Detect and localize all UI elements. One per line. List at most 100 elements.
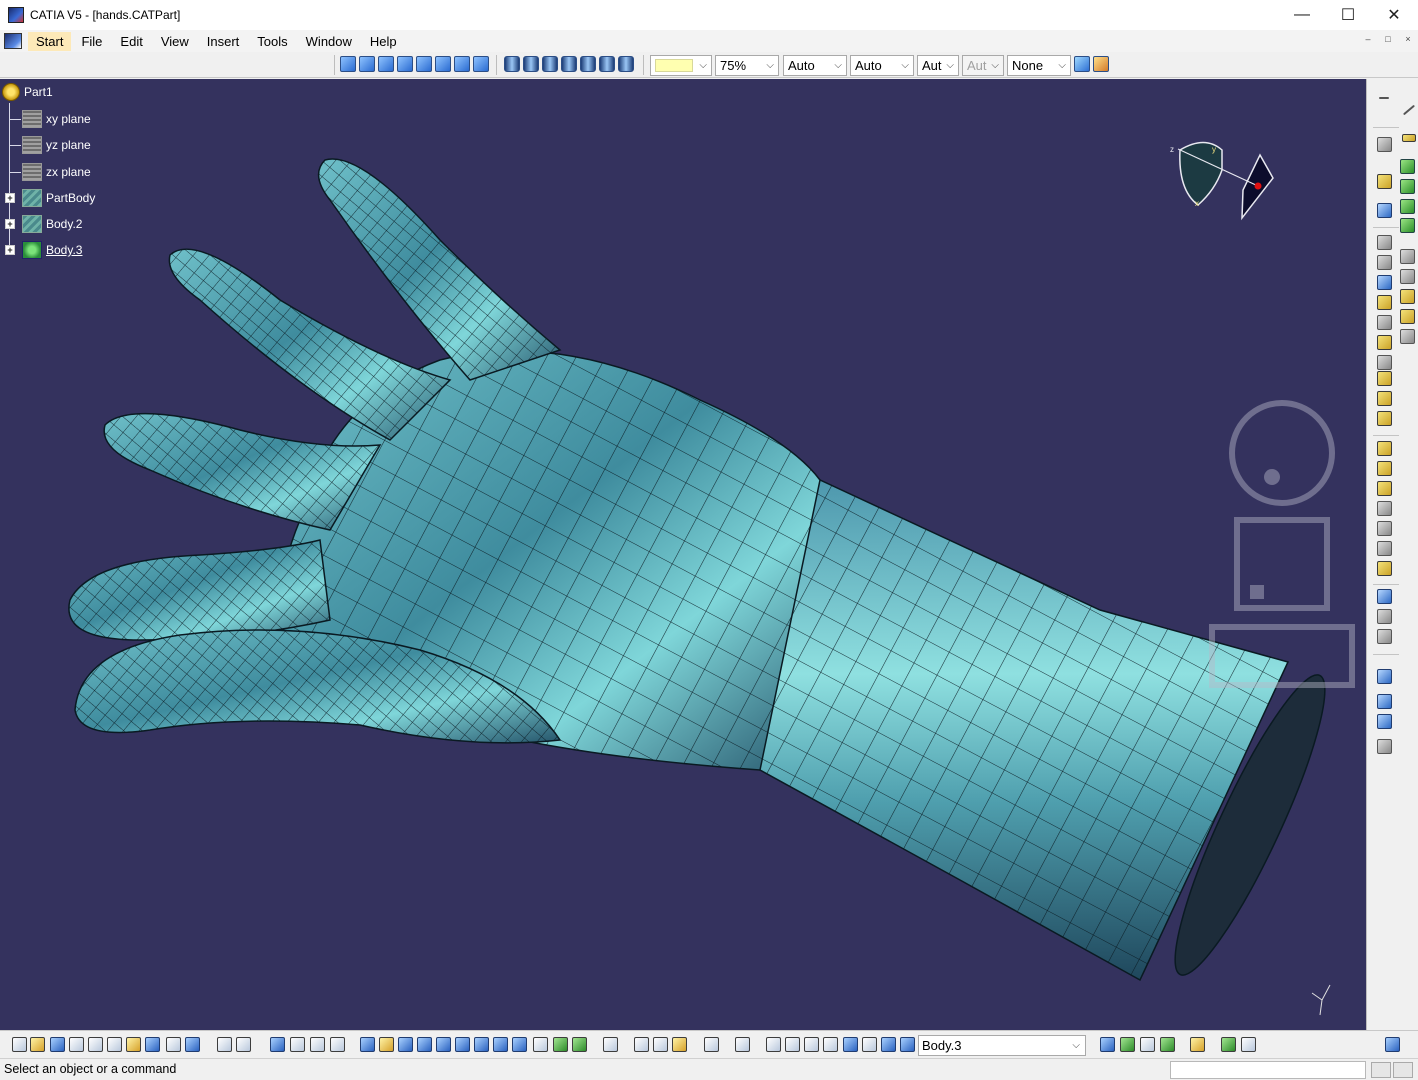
point-symbol-combo[interactable]: Aut ⌵ (917, 55, 959, 76)
menu-start[interactable]: Start (28, 31, 72, 51)
fly-mode-icon[interactable] (360, 1037, 375, 1052)
fillet-icon[interactable] (1377, 441, 1392, 456)
ring-finger-surface[interactable] (103, 412, 382, 531)
mirror-icon[interactable] (1377, 694, 1392, 709)
rotate-view-icon[interactable] (1229, 400, 1335, 506)
catia-app-icon[interactable] (8, 7, 24, 23)
hide-show-icon[interactable] (553, 1037, 568, 1052)
link-icon[interactable] (1400, 329, 1415, 344)
annotation-icon[interactable] (1400, 309, 1415, 324)
insert-body-icon[interactable] (1100, 1037, 1115, 1052)
iso-view-icon[interactable] (512, 1037, 527, 1052)
thread-icon[interactable] (1377, 541, 1392, 556)
scale-icon[interactable] (881, 1037, 896, 1052)
color-combo[interactable]: ⌵ (650, 55, 712, 76)
graphic-properties-wizard-icon[interactable] (1093, 56, 1109, 72)
sticky-note-icon[interactable] (1400, 289, 1415, 304)
shaft-icon[interactable] (1377, 275, 1392, 290)
sketcher-icon[interactable] (1377, 203, 1392, 218)
view-navigation-overlay[interactable] (1209, 400, 1355, 688)
shading-icon[interactable] (504, 56, 520, 72)
menu-edit[interactable]: Edit (112, 32, 150, 51)
doc-minimize-button[interactable]: – (1360, 34, 1376, 48)
model-canvas[interactable]: z y x (0, 79, 1366, 1030)
material-icon[interactable] (1190, 1037, 1205, 1052)
rib-icon[interactable] (1377, 335, 1392, 350)
tree-root-part1[interactable]: Part1 (2, 81, 53, 103)
expand-icon[interactable]: + (5, 245, 15, 255)
apply-material-icon[interactable] (310, 1037, 325, 1052)
thickness-icon[interactable] (1377, 521, 1392, 536)
inertia-icon[interactable] (1400, 218, 1415, 233)
rotate-compass-icon[interactable] (766, 1037, 781, 1052)
ordered-set-icon[interactable] (1160, 1037, 1175, 1052)
whats-this-icon[interactable] (185, 1037, 200, 1052)
menu-file[interactable]: File (73, 32, 110, 51)
rotate-icon[interactable] (417, 1037, 432, 1052)
compass-widget[interactable]: z y x (1170, 141, 1274, 221)
view-back-icon[interactable] (378, 56, 394, 72)
view-left-icon[interactable] (397, 56, 413, 72)
shading-mode-icon[interactable] (533, 1037, 548, 1052)
tree-item-body2[interactable]: + Body.2 (5, 213, 82, 235)
print-icon[interactable] (69, 1037, 84, 1052)
measure-icon[interactable] (1400, 159, 1415, 174)
formula-icon[interactable] (217, 1037, 232, 1052)
menu-tools[interactable]: Tools (249, 32, 295, 51)
cut-3d-icon[interactable] (634, 1037, 649, 1052)
doc-close-button[interactable]: × (1400, 34, 1416, 48)
snap-icon[interactable] (785, 1037, 800, 1052)
line-type-combo[interactable]: Auto ⌵ (850, 55, 914, 76)
groove-icon[interactable] (1377, 295, 1392, 310)
pad-icon[interactable] (1377, 235, 1392, 250)
stiffener-icon[interactable] (1377, 391, 1392, 406)
wireframe-icon[interactable] (599, 56, 615, 72)
scaling-icon[interactable] (1377, 739, 1392, 754)
tree-item-partbody[interactable]: + PartBody (5, 187, 95, 209)
layer-combo[interactable]: None ⌵ (1007, 55, 1071, 76)
select-icon[interactable] (1377, 174, 1392, 189)
axis-system-icon[interactable] (804, 1037, 819, 1052)
power-input-field[interactable] (1170, 1061, 1366, 1079)
document-icon[interactable] (4, 33, 22, 49)
view-iso-icon[interactable] (340, 56, 356, 72)
zoom-in-icon[interactable] (436, 1037, 451, 1052)
open-icon[interactable] (30, 1037, 45, 1052)
pan-icon[interactable] (398, 1037, 413, 1052)
line-icon[interactable] (1402, 104, 1416, 116)
close-surface-icon[interactable] (1377, 629, 1392, 644)
shading-edges-no-smooth-icon[interactable] (542, 56, 558, 72)
undo-icon[interactable] (145, 1037, 160, 1052)
close-button[interactable]: ✕ (1371, 0, 1417, 30)
zoom-out-icon[interactable] (455, 1037, 470, 1052)
thick-surface-icon[interactable] (1377, 609, 1392, 624)
menu-window[interactable]: Window (298, 32, 360, 51)
view-front-icon[interactable] (359, 56, 375, 72)
multi-section-icon[interactable] (1377, 371, 1392, 386)
3d-viewport[interactable]: z y x Part1 xy plane yz plane zx plane +… (0, 79, 1366, 1030)
menu-help[interactable]: Help (362, 32, 405, 51)
menu-insert[interactable]: Insert (199, 32, 248, 51)
shading-edges-icon[interactable] (523, 56, 539, 72)
lights-icon[interactable] (672, 1037, 687, 1052)
geometric-set-icon[interactable] (1140, 1037, 1155, 1052)
expand-icon[interactable]: + (5, 193, 15, 203)
doc-restore-button[interactable]: □ (1380, 34, 1396, 48)
maximize-button[interactable]: ☐ (1325, 0, 1371, 30)
apply-material-library-icon[interactable] (1221, 1037, 1236, 1052)
cut-icon[interactable] (88, 1037, 103, 1052)
units-icon[interactable] (823, 1037, 838, 1052)
body-select-icon[interactable] (900, 1037, 915, 1052)
swap-visible-space-icon[interactable] (572, 1037, 587, 1052)
measure-between-icon[interactable] (735, 1037, 750, 1052)
pocket-icon[interactable] (1377, 255, 1392, 270)
format-painter-icon[interactable] (1074, 56, 1090, 72)
minimize-button[interactable]: — (1279, 0, 1325, 30)
tree-item-body3[interactable]: + Body.3 (5, 239, 82, 261)
shading-material-icon[interactable] (580, 56, 596, 72)
rectangular-pattern-icon[interactable] (1377, 714, 1392, 729)
normal-view-icon[interactable] (474, 1037, 489, 1052)
power-input-cancel-button[interactable] (1371, 1062, 1391, 1078)
point-icon[interactable] (1379, 97, 1389, 99)
measure-item-icon[interactable] (1400, 179, 1415, 194)
